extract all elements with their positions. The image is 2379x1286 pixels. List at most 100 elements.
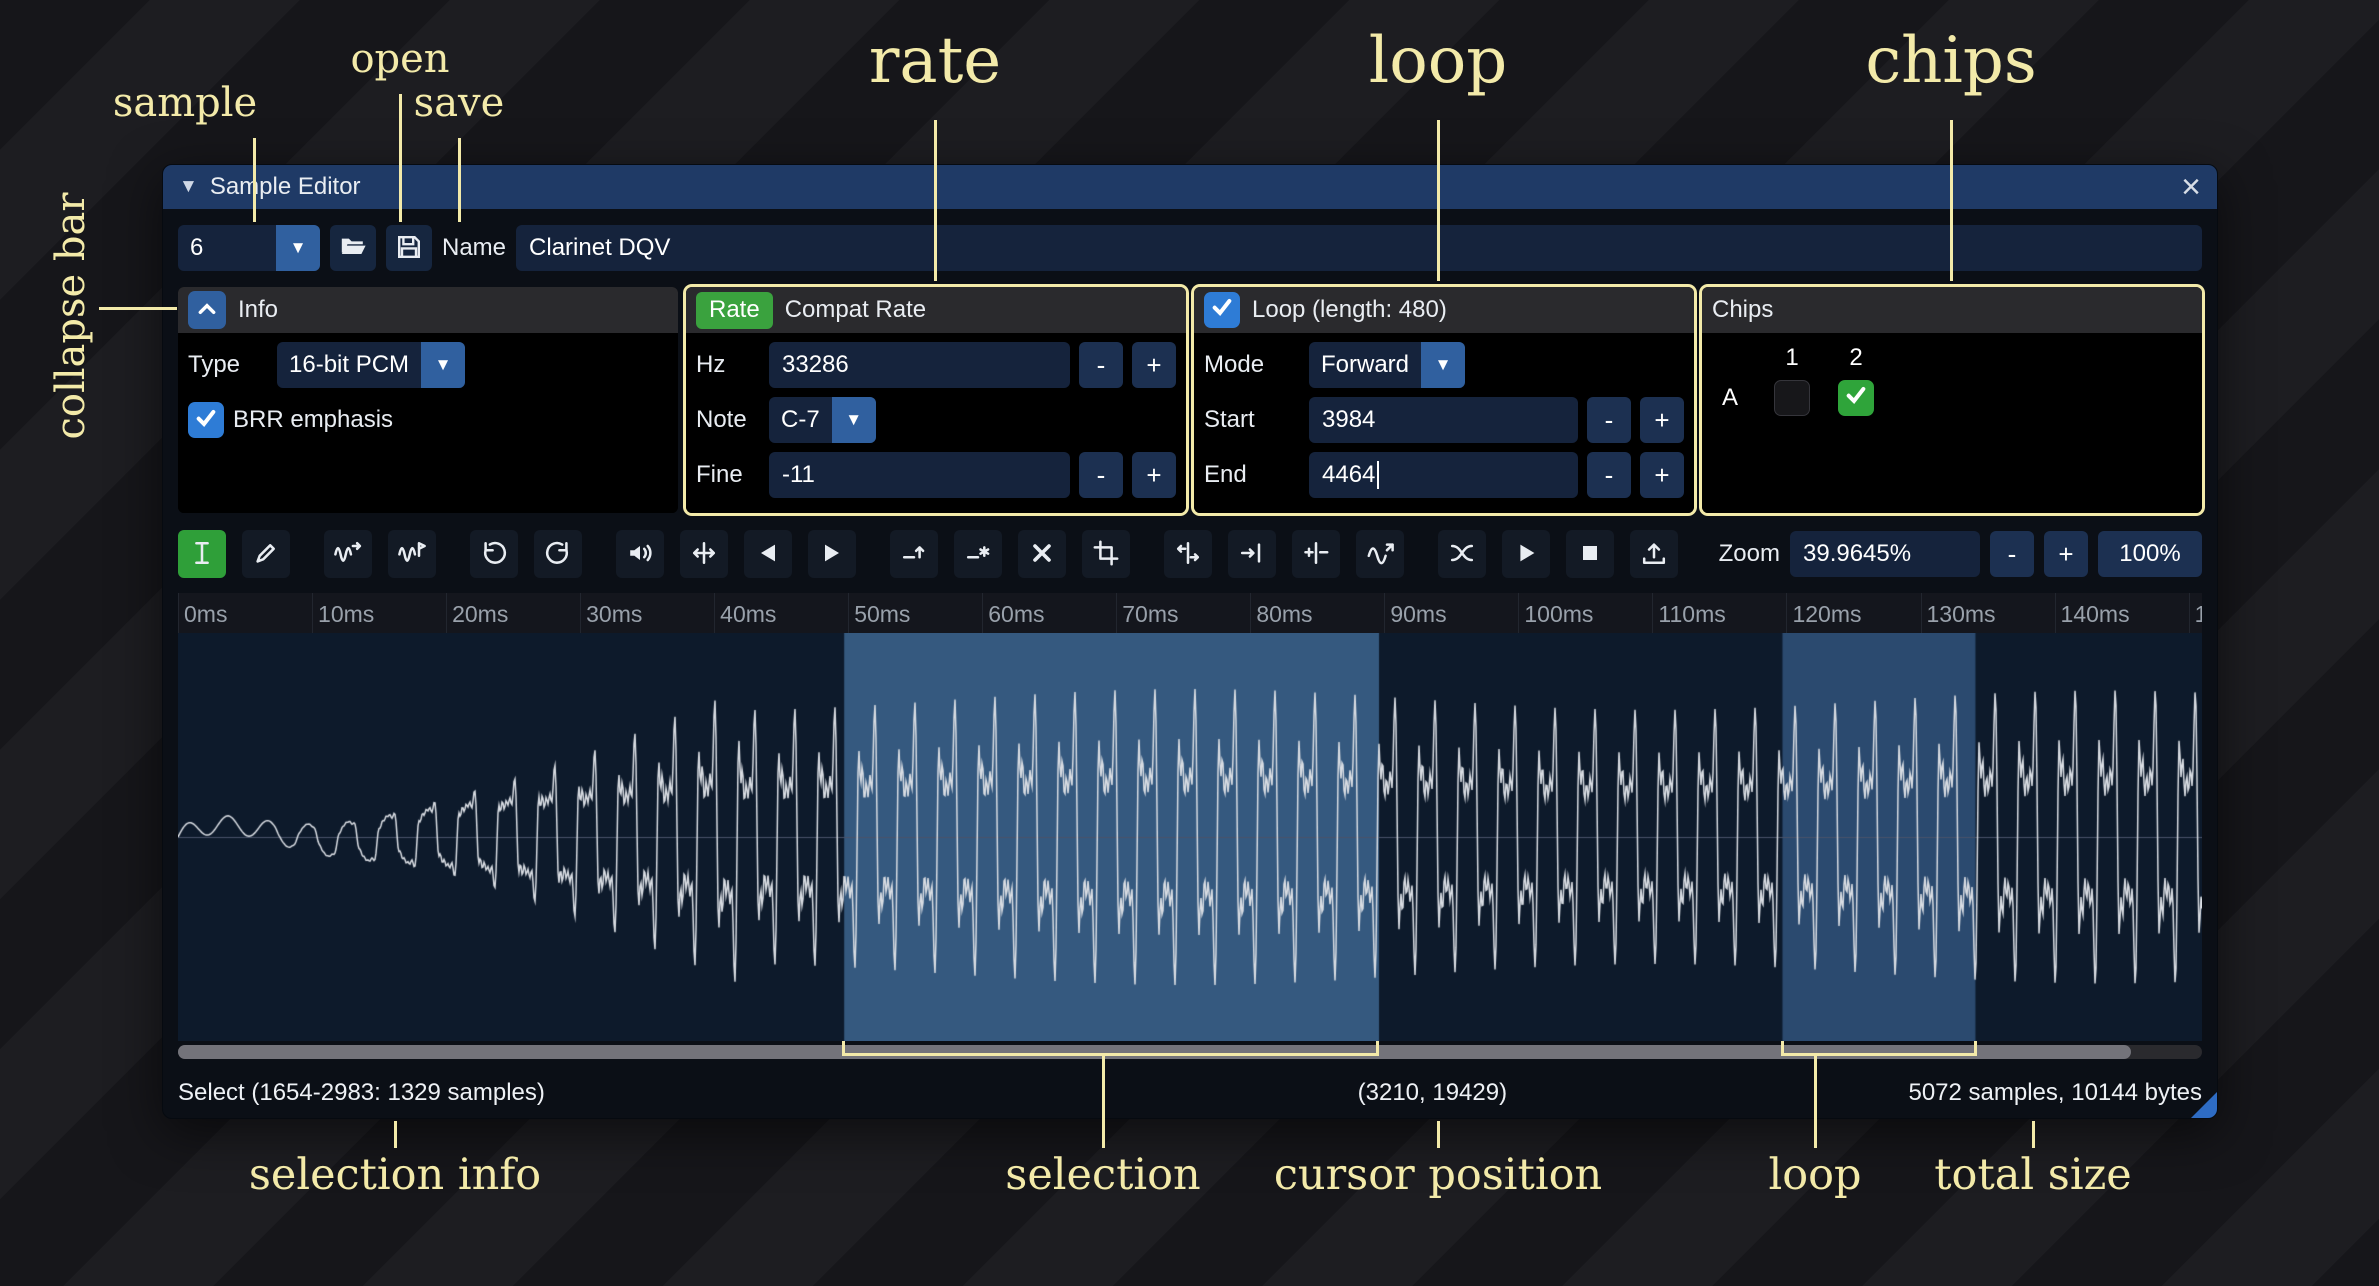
ruler-label: 30ms — [586, 601, 642, 628]
save-button[interactable] — [386, 225, 432, 271]
chip-1-checkbox[interactable] — [1774, 380, 1810, 416]
close-icon[interactable]: × — [2181, 170, 2201, 204]
invert-button[interactable] — [1228, 530, 1276, 578]
loop-mode-label: Mode — [1204, 351, 1300, 379]
fine-input[interactable]: -11 — [769, 452, 1070, 498]
window-collapse-icon[interactable]: ▼ — [179, 176, 198, 198]
preview-button[interactable] — [1502, 530, 1550, 578]
resize-button[interactable] — [324, 530, 372, 578]
ruler-tick — [714, 593, 715, 633]
fine-label: Fine — [696, 461, 760, 489]
chevron-up-icon — [195, 297, 219, 324]
select-tool-button[interactable] — [178, 530, 226, 578]
loop-start-input[interactable]: 3984 — [1309, 397, 1578, 443]
annotation-line-loop — [1437, 120, 1440, 281]
chevron-down-icon: ▼ — [1421, 342, 1465, 388]
hz-input[interactable]: 33286 — [769, 342, 1070, 388]
ruler-tick — [1518, 593, 1519, 633]
draw-tool-button[interactable] — [242, 530, 290, 578]
undo-button[interactable] — [470, 530, 518, 578]
loop-end-input[interactable]: 4464 — [1309, 452, 1578, 498]
check-icon — [194, 406, 218, 435]
fade-out-button[interactable] — [808, 530, 856, 578]
signed-unsigned-button[interactable] — [1292, 530, 1340, 578]
normalize-icon — [690, 539, 718, 570]
create-wavetable-button[interactable] — [1630, 530, 1678, 578]
ruler-tick — [580, 593, 581, 633]
ruler-tick — [2189, 593, 2190, 633]
insert-silence-button[interactable] — [890, 530, 938, 578]
rate-toggle-button[interactable]: Rate — [696, 292, 773, 329]
ruler-label: 150ms — [2195, 601, 2202, 628]
chip-2-column-header: 2 — [1849, 344, 1862, 372]
open-button[interactable] — [330, 225, 376, 271]
sample-type-select[interactable]: 16-bit PCM ▼ — [277, 342, 465, 388]
loop-header: Loop (length: 480) — [1194, 287, 1694, 333]
ruler-tick — [312, 593, 313, 633]
stop-icon — [1576, 539, 1604, 570]
ruler-label: 10ms — [318, 601, 374, 628]
rate-header: Rate Compat Rate — [686, 287, 1186, 333]
hz-increment-button[interactable]: + — [1132, 342, 1176, 388]
chip-2-checkbox[interactable] — [1838, 380, 1874, 416]
total-size-text: 5072 samples, 10144 bytes — [1908, 1079, 2202, 1107]
ruler-label: 120ms — [1792, 601, 1861, 628]
chips-header: Chips — [1702, 287, 2202, 333]
fine-decrement-button[interactable]: - — [1079, 452, 1123, 498]
waveform-canvas[interactable] — [178, 633, 2202, 1041]
note-select[interactable]: C-7 ▼ — [769, 397, 876, 443]
chevron-down-icon: ▼ — [421, 342, 465, 388]
resize-grip[interactable] — [2191, 1092, 2217, 1118]
ruler-tick — [982, 593, 983, 633]
zoom-input[interactable]: 39.9645% — [1790, 531, 1980, 577]
ruler-label: 60ms — [988, 601, 1044, 628]
name-label: Name — [442, 234, 506, 262]
volume-icon — [626, 539, 654, 570]
loop-bracket — [1781, 1041, 1977, 1056]
ruler-label: 90ms — [1390, 601, 1446, 628]
zoom-reset-button[interactable]: 100% — [2098, 531, 2202, 577]
crossfade-button[interactable] — [1438, 530, 1486, 578]
brr-emphasis-checkbox[interactable] — [188, 402, 224, 438]
ruler-tick — [1250, 593, 1251, 633]
loop-start-increment-button[interactable]: + — [1640, 397, 1684, 443]
redo-button[interactable] — [534, 530, 582, 578]
ruler-tick — [446, 593, 447, 633]
filter-button[interactable] — [1356, 530, 1404, 578]
stop-preview-button[interactable] — [1566, 530, 1614, 578]
apply-silence-button[interactable] — [954, 530, 1002, 578]
annotation-cursor-position: cursor position — [1274, 1150, 1602, 1200]
normalize-button[interactable] — [680, 530, 728, 578]
chip-1-column-header: 1 — [1785, 344, 1798, 372]
resample-button[interactable] — [388, 530, 436, 578]
zoom-out-button[interactable]: - — [1990, 531, 2034, 577]
collapse-bar-button[interactable] — [188, 291, 226, 329]
text-cursor — [1377, 461, 1379, 489]
annotation-selection: selection — [1005, 1150, 1200, 1200]
loop-enable-checkbox[interactable] — [1204, 292, 1240, 328]
timeline-ruler[interactable]: 0ms10ms20ms30ms40ms50ms60ms70ms80ms90ms1… — [178, 593, 2202, 633]
loop-end-increment-button[interactable]: + — [1640, 452, 1684, 498]
loop-panel: Loop (length: 480) Mode Forward ▼ Start … — [1194, 287, 1694, 513]
annotation-save: save — [414, 80, 505, 126]
zoom-in-button[interactable]: + — [2044, 531, 2088, 577]
sample-selector[interactable]: 6 ▼ — [178, 225, 320, 271]
amplify-button[interactable] — [616, 530, 664, 578]
play-icon — [1512, 539, 1540, 570]
panel-row: Info Type 16-bit PCM ▼ — [178, 287, 2202, 513]
ruler-tick — [2055, 593, 2056, 633]
annotation-line-selection — [1102, 1056, 1105, 1148]
delete-button[interactable] — [1018, 530, 1066, 578]
wave-resample-icon — [398, 539, 426, 570]
trim-icon — [1092, 539, 1120, 570]
loop-start-decrement-button[interactable]: - — [1587, 397, 1631, 443]
fade-in-button[interactable] — [744, 530, 792, 578]
waveform-display[interactable] — [178, 633, 2202, 1041]
reverse-button[interactable] — [1164, 530, 1212, 578]
trim-button[interactable] — [1082, 530, 1130, 578]
hz-decrement-button[interactable]: - — [1079, 342, 1123, 388]
fine-increment-button[interactable]: + — [1132, 452, 1176, 498]
cursor-position-text: (3210, 19429) — [1358, 1079, 1507, 1107]
loop-end-decrement-button[interactable]: - — [1587, 452, 1631, 498]
loop-mode-select[interactable]: Forward ▼ — [1309, 342, 1465, 388]
